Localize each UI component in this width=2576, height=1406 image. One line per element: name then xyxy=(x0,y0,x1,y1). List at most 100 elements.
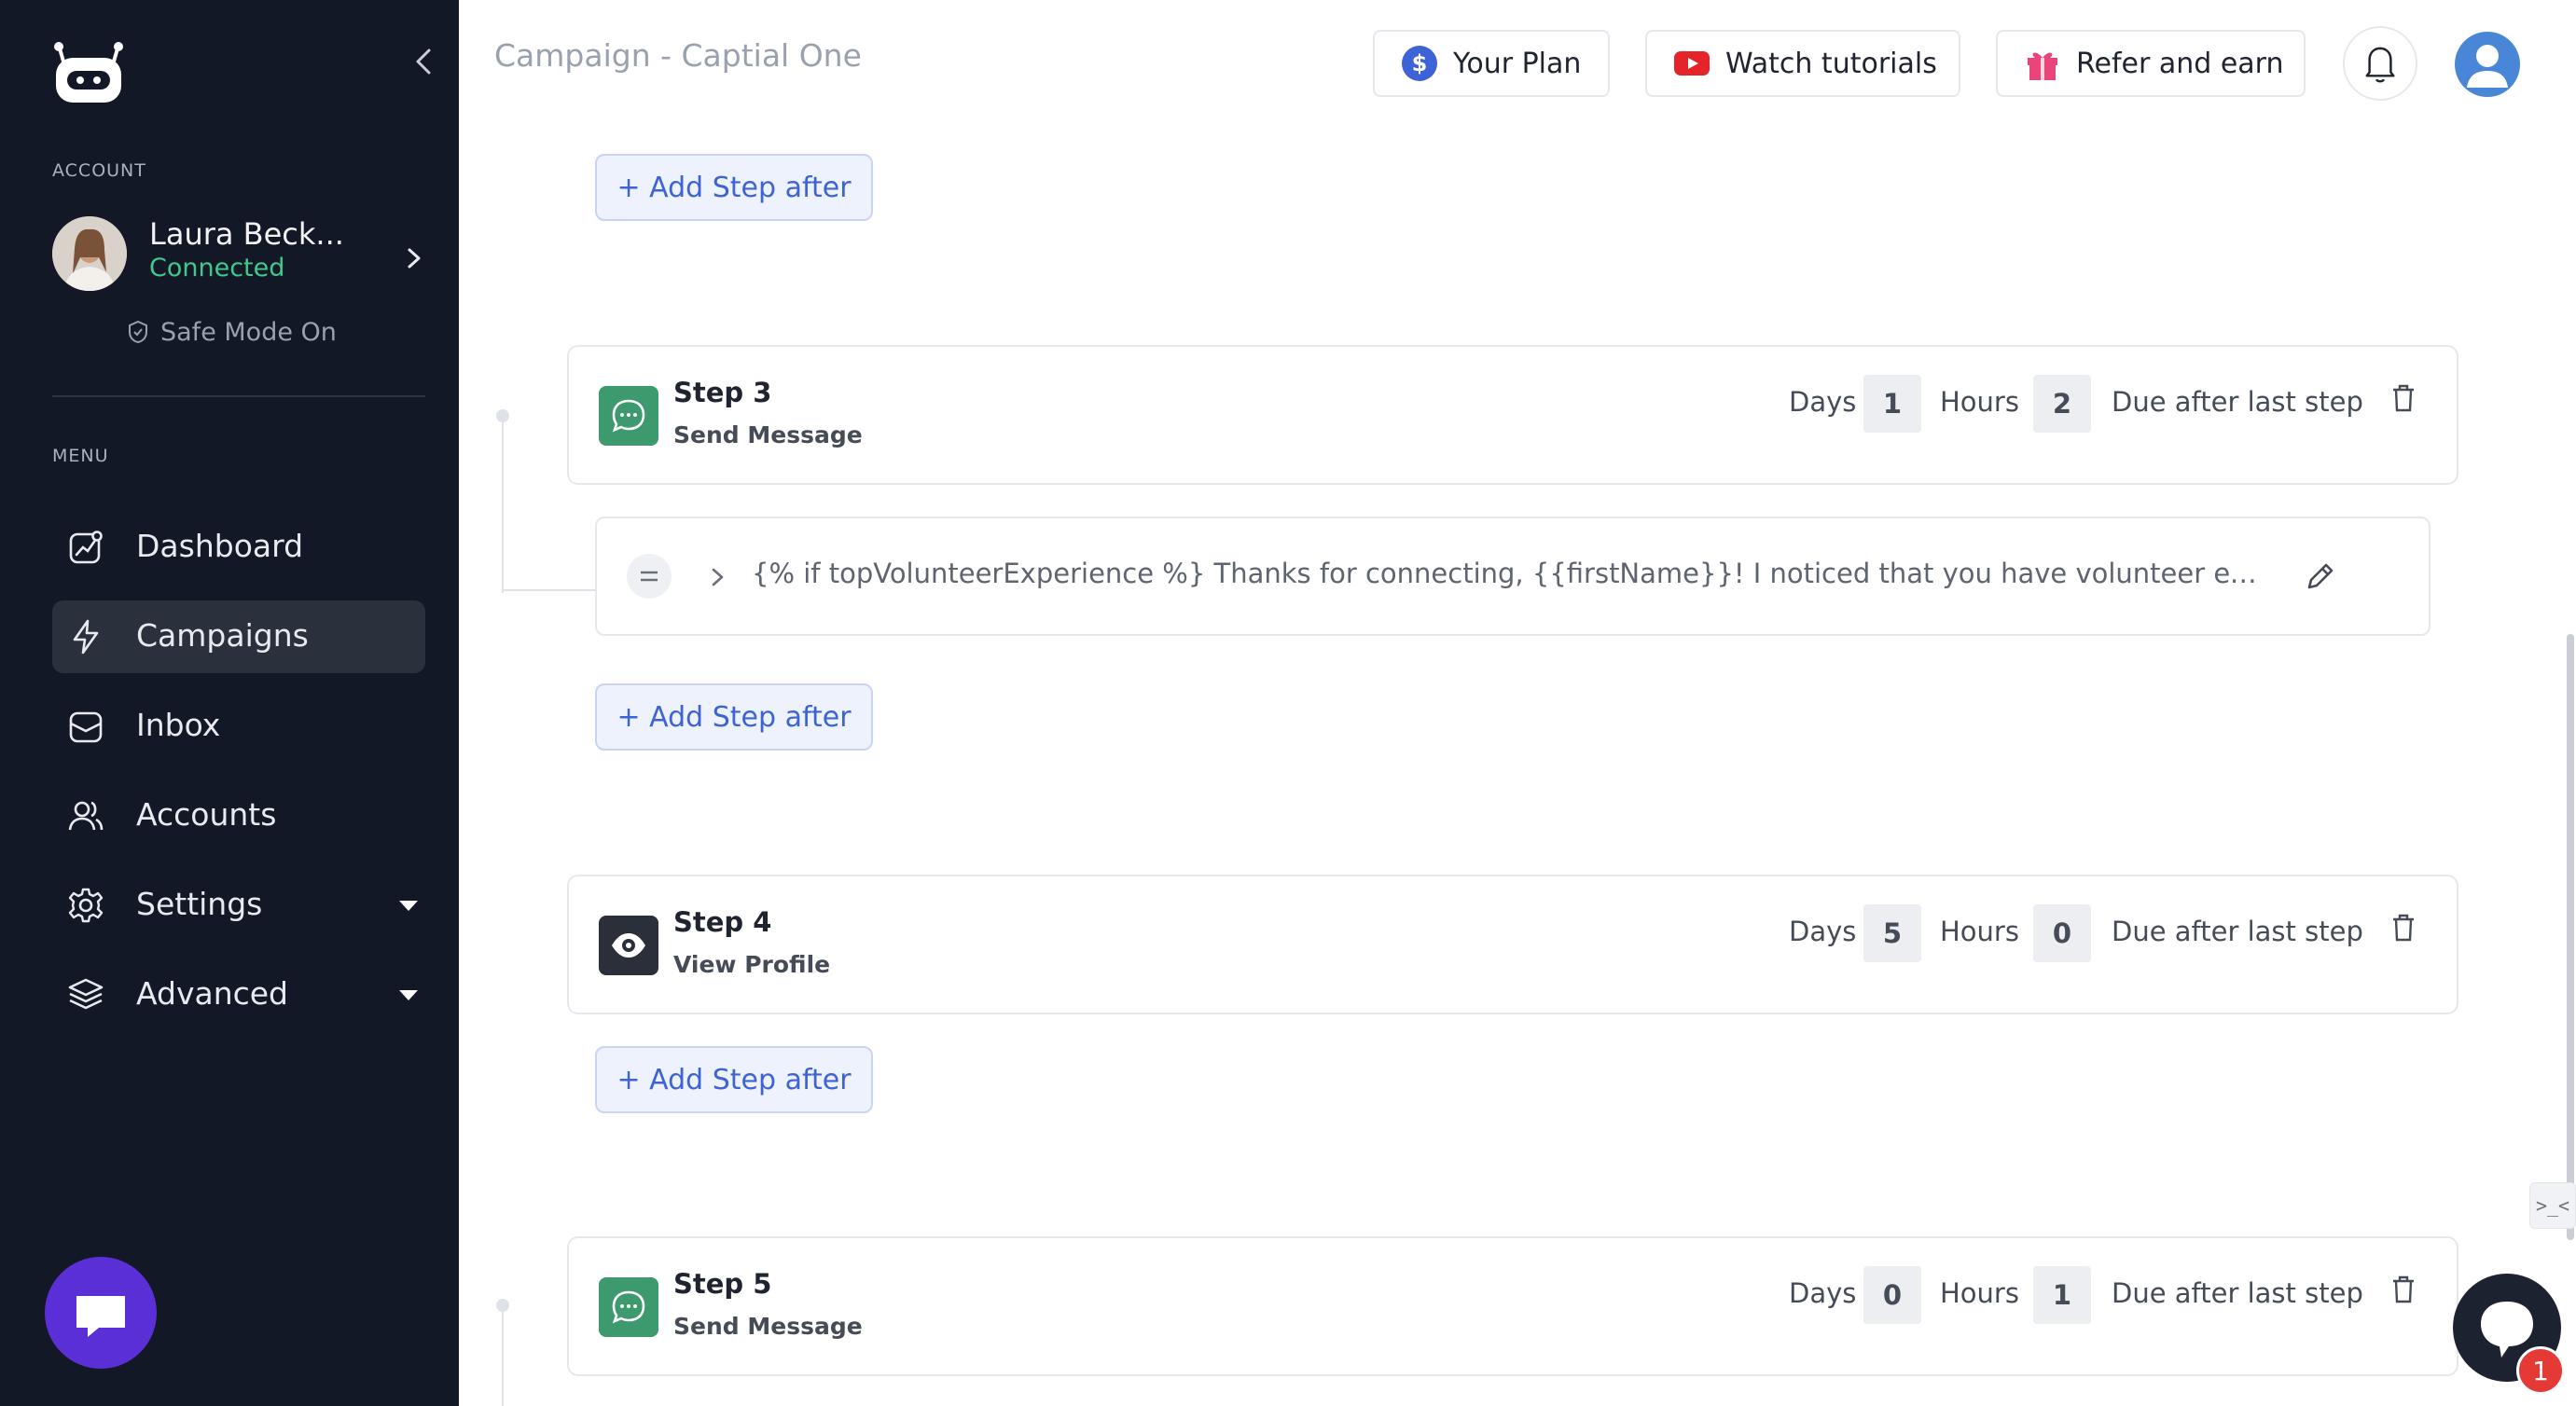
svg-text:$: $ xyxy=(1412,50,1428,76)
trash-icon[interactable] xyxy=(2391,384,2416,412)
expand-chevron-icon[interactable] xyxy=(709,563,727,591)
dollar-icon: $ xyxy=(1402,46,1437,81)
main-content: Campaign - Captial One $ Your Plan Watch… xyxy=(459,0,2576,1406)
timeline-connector xyxy=(502,1305,504,1406)
watch-tutorials-button[interactable]: Watch tutorials xyxy=(1645,30,1960,97)
message-template-row[interactable]: {% if topVolunteerExperience %} Thanks f… xyxy=(595,517,2431,636)
trash-icon[interactable] xyxy=(2391,1275,2416,1303)
watch-tutorials-label: Watch tutorials xyxy=(1725,47,1937,80)
gear-icon xyxy=(68,888,104,923)
timeline-connector xyxy=(502,589,595,591)
message-step-icon xyxy=(599,386,658,446)
robot-logo-icon[interactable] xyxy=(48,39,129,104)
days-label: Days xyxy=(1789,1277,1857,1309)
days-label: Days xyxy=(1789,386,1857,418)
vertical-scrollbar[interactable] xyxy=(2567,634,2574,1240)
step-title: Step 3 xyxy=(673,377,772,408)
add-step-after-button[interactable]: + Add Step after xyxy=(595,683,873,751)
account-status: Connected xyxy=(149,254,285,283)
account-switcher[interactable]: Laura Beck... Connected xyxy=(0,205,459,308)
bell-icon xyxy=(2365,47,2395,83)
hours-input[interactable]: 1 xyxy=(2033,1266,2091,1324)
hours-label: Hours xyxy=(1940,916,2019,947)
lightning-icon xyxy=(73,619,99,655)
layers-icon xyxy=(68,978,104,1010)
days-label: Days xyxy=(1789,916,1857,947)
days-input[interactable]: 1 xyxy=(1863,375,1921,433)
sidebar-item-inbox[interactable]: Inbox xyxy=(52,690,425,763)
step-action: Send Message xyxy=(673,421,863,448)
dashboard-icon xyxy=(69,531,103,564)
chat-bubble-icon xyxy=(612,399,645,433)
user-profile-avatar[interactable] xyxy=(2455,32,2520,97)
user-icon xyxy=(2467,45,2508,88)
message-step-icon xyxy=(599,1277,658,1337)
timeline-connector xyxy=(502,416,504,593)
refer-and-earn-button[interactable]: Refer and earn xyxy=(1996,30,2306,97)
drag-handle-icon[interactable] xyxy=(627,554,672,599)
your-plan-label: Your Plan xyxy=(1453,47,1582,80)
account-section-label: ACCOUNT xyxy=(52,160,146,181)
refer-and-earn-label: Refer and earn xyxy=(2076,47,2284,80)
chat-icon xyxy=(76,1296,125,1337)
devtools-toggle-button[interactable]: >_< xyxy=(2529,1182,2576,1229)
notification-count-badge: 1 xyxy=(2516,1346,2565,1395)
caret-down-icon xyxy=(399,901,418,911)
days-input[interactable]: 0 xyxy=(1863,1266,1921,1324)
hours-label: Hours xyxy=(1940,1277,2019,1309)
sidebar-item-accounts[interactable]: Accounts xyxy=(52,779,425,852)
days-input[interactable]: 5 xyxy=(1863,904,1921,962)
menu-section-label: MENU xyxy=(52,446,109,466)
sidebar-item-label: Inbox xyxy=(136,707,221,743)
step-action: View Profile xyxy=(673,951,831,978)
add-step-after-button[interactable]: + Add Step after xyxy=(595,1046,873,1113)
collapse-sidebar-icon[interactable] xyxy=(407,45,440,78)
youtube-icon xyxy=(1674,51,1710,76)
step-action: Send Message xyxy=(673,1313,863,1340)
inbox-icon xyxy=(69,711,103,743)
your-plan-button[interactable]: $ Your Plan xyxy=(1373,30,1610,97)
trash-icon[interactable] xyxy=(2391,914,2416,942)
eye-icon xyxy=(612,933,645,958)
view-profile-step-icon xyxy=(599,916,658,975)
notifications-button[interactable] xyxy=(2343,26,2417,101)
chevron-right-icon xyxy=(408,248,421,269)
chat-bubble-icon xyxy=(612,1290,645,1324)
add-step-after-button[interactable]: + Add Step after xyxy=(595,154,873,221)
pencil-edit-icon[interactable] xyxy=(2304,559,2337,593)
sidebar-item-campaigns[interactable]: Campaigns xyxy=(52,600,425,673)
step-title: Step 5 xyxy=(673,1268,772,1300)
step-card-4[interactable]: Step 4 View Profile Days 5 Hours 0 Due a… xyxy=(567,875,2458,1014)
due-label: Due after last step xyxy=(2112,1277,2363,1309)
message-preview: {% if topVolunteerExperience %} Thanks f… xyxy=(752,558,2272,589)
sidebar-item-label: Dashboard xyxy=(136,528,304,564)
step-title: Step 4 xyxy=(673,906,772,938)
step-card-3[interactable]: Step 3 Send Message Days 1 Hours 2 Due a… xyxy=(567,345,2458,485)
timeline-dot xyxy=(496,1299,509,1312)
hours-input[interactable]: 0 xyxy=(2033,904,2091,962)
sidebar-item-label: Accounts xyxy=(136,796,277,833)
sidebar: ACCOUNT Laura Beck... Connected Safe Mod… xyxy=(0,0,459,1406)
users-icon xyxy=(68,801,104,831)
safe-mode-indicator: Safe Mode On xyxy=(127,315,337,349)
sidebar-item-label: Advanced xyxy=(136,975,289,1012)
due-label: Due after last step xyxy=(2112,386,2363,418)
due-label: Due after last step xyxy=(2112,916,2363,947)
live-chat-button[interactable] xyxy=(45,1257,157,1369)
hours-label: Hours xyxy=(1940,386,2019,418)
sidebar-item-advanced[interactable]: Advanced xyxy=(52,958,425,1031)
account-name: Laura Beck... xyxy=(149,216,344,252)
caret-down-icon xyxy=(399,990,418,1000)
step-card-5[interactable]: Step 5 Send Message Days 0 Hours 1 Due a… xyxy=(567,1236,2458,1376)
help-widget[interactable]: 1 xyxy=(2436,1261,2576,1406)
hours-input[interactable]: 2 xyxy=(2033,375,2091,433)
safe-mode-label: Safe Mode On xyxy=(160,317,337,347)
shield-check-icon xyxy=(129,320,147,344)
sidebar-item-label: Campaigns xyxy=(136,617,309,654)
sidebar-item-settings[interactable]: Settings xyxy=(52,869,425,942)
account-avatar xyxy=(52,216,127,291)
sidebar-divider xyxy=(52,395,425,397)
gift-icon xyxy=(2028,52,2057,80)
page-title: Campaign - Captial One xyxy=(494,37,862,74)
sidebar-item-dashboard[interactable]: Dashboard xyxy=(52,511,425,584)
